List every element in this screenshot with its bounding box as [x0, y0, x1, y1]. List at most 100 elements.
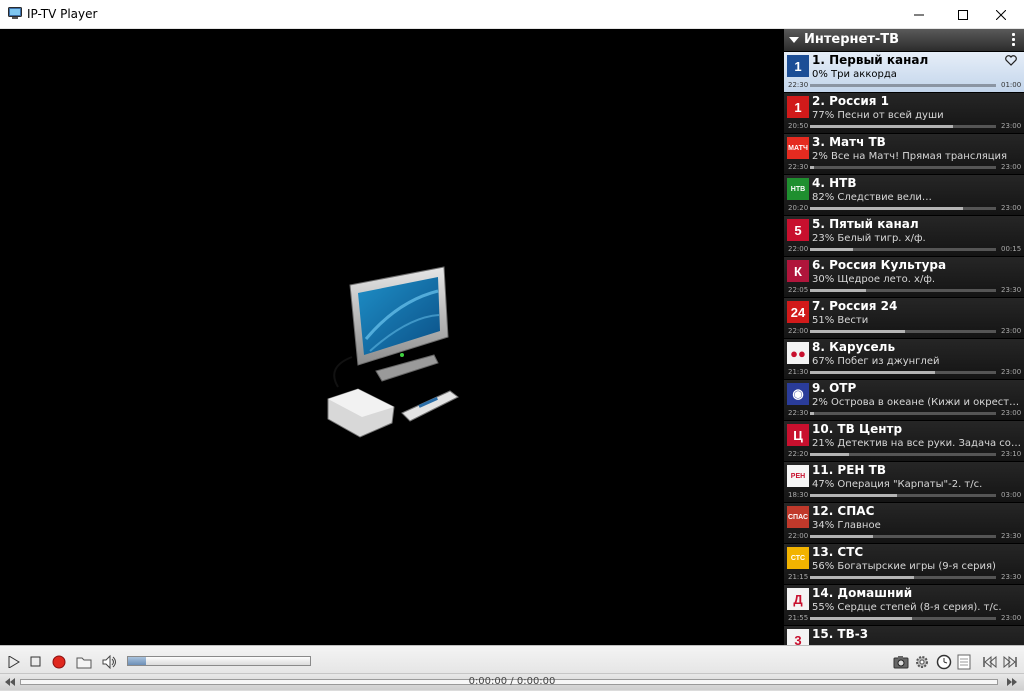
channel-name: 11. РЕН ТВ [812, 463, 886, 477]
channel-logo-icon: 1 [787, 96, 809, 118]
channel-name: 4. НТВ [812, 176, 857, 190]
stop-icon [30, 656, 41, 667]
channel-logo-icon: РЕН [787, 465, 809, 487]
channel-name: 6. Россия Культура [812, 258, 947, 272]
channel-program: 82% Следствие вели… [812, 192, 932, 203]
channel-logo-icon: 1 [787, 55, 809, 77]
channel-program: 30% Щедрое лето. х/ф. [812, 274, 936, 285]
channel-item[interactable]: 1 1. Первый канал 0% Три аккорда 22:30 01:00 [784, 52, 1024, 93]
volume-slider[interactable] [127, 656, 311, 666]
skip-back-icon [983, 656, 997, 668]
channel-program: 23% Белый тигр. х/ф. [812, 233, 926, 244]
program-progress-fill [810, 576, 915, 579]
program-end-time: 23:30 [1001, 573, 1022, 581]
program-progress-bar [810, 576, 996, 579]
program-end-time: 23:00 [1001, 163, 1022, 171]
window-title: IP-TV Player [27, 7, 98, 21]
channel-name: 14. Домашний [812, 586, 913, 600]
fast-forward-icon[interactable] [1006, 677, 1018, 687]
close-button[interactable] [978, 0, 1024, 29]
program-progress-fill [810, 125, 954, 128]
program-progress-fill [810, 494, 898, 497]
channel-name: 5. Пятый канал [812, 217, 919, 231]
channel-item[interactable]: НТВ 4. НТВ 82% Следствие вели… 20:20 23:00 [784, 175, 1024, 216]
tv-app-icon [8, 7, 22, 19]
playlist-toggle-button[interactable] [956, 654, 972, 670]
program-progress-bar [810, 330, 996, 333]
channel-item[interactable]: 5 5. Пятый канал 23% Белый тигр. х/ф. 22:00… [784, 216, 1024, 257]
stop-button[interactable] [28, 654, 44, 670]
channel-program: 34% Главное [812, 520, 881, 531]
playlist-header[interactable]: Интернет-ТВ [784, 29, 1024, 52]
channel-item[interactable]: 1 2. Россия 1 77% Песни от всей души 20:50 2… [784, 93, 1024, 134]
program-progress-bar [810, 125, 996, 128]
program-progress-bar [810, 535, 996, 538]
program-start-time: 21:30 [788, 368, 809, 376]
program-progress-fill [810, 330, 905, 333]
program-end-time: 23:30 [1001, 532, 1022, 540]
next-channel-button[interactable] [1002, 654, 1018, 670]
channel-item[interactable]: Д 14. Домашний 55% Сердце степей (8-я сери… [784, 585, 1024, 626]
volume-fill [128, 657, 147, 665]
program-start-time: 20:20 [788, 204, 809, 212]
channel-name: 12. СПАС [812, 504, 875, 518]
channel-name: 1. Первый канал [812, 53, 929, 67]
open-file-button[interactable] [76, 654, 92, 670]
favorite-heart-icon[interactable] [1005, 55, 1017, 66]
channel-list: 1 1. Первый канал 0% Три аккорда 22:30 01:00… [784, 52, 1024, 645]
program-progress-bar [810, 207, 996, 210]
program-end-time: 01:00 [1001, 81, 1022, 89]
program-start-time: 22:00 [788, 532, 809, 540]
program-progress-bar [810, 412, 996, 415]
channel-logo-icon: ●● [787, 342, 809, 364]
program-progress-bar [810, 166, 996, 169]
channel-logo-icon: К [787, 260, 809, 282]
channel-item[interactable]: ●● 8. Карусель 67% Побег из джунглей 21:30 2… [784, 339, 1024, 380]
program-start-time: 22:20 [788, 450, 809, 458]
program-start-time: 22:05 [788, 286, 809, 294]
minimize-button[interactable] [896, 0, 942, 29]
dropdown-arrow-icon[interactable] [789, 37, 799, 43]
program-end-time: 23:00 [1001, 409, 1022, 417]
program-progress-bar [810, 84, 996, 87]
channel-name: 10. ТВ Центр [812, 422, 903, 436]
channel-item[interactable]: 24 7. Россия 24 51% Вести 22:00 23:00 [784, 298, 1024, 339]
program-progress-fill [810, 617, 913, 620]
channel-item[interactable]: РЕН 11. РЕН ТВ 47% Операция "Карпаты"-2. т… [784, 462, 1024, 503]
channel-item[interactable]: К 6. Россия Культура 30% Щедрое лето. х/ф.… [784, 257, 1024, 298]
mute-button[interactable] [102, 654, 118, 670]
program-progress-bar [810, 494, 996, 497]
program-progress-fill [810, 289, 866, 292]
channel-item[interactable]: СПАС 12. СПАС 34% Главное 22:00 23:30 [784, 503, 1024, 544]
channel-item[interactable]: ◉ 9. ОТР 2% Острова в океане (Кижи и окрес… [784, 380, 1024, 421]
program-start-time: 21:15 [788, 573, 809, 581]
scheduler-button[interactable] [936, 654, 952, 670]
program-end-time: 23:00 [1001, 368, 1022, 376]
program-progress-fill [810, 535, 874, 538]
channel-logo-icon: СПАС [787, 506, 809, 528]
tv-set-icon [327, 266, 459, 438]
record-button[interactable] [51, 654, 67, 670]
channel-item[interactable]: СТС 13. СТС 56% Богатырские игры (9-я сери… [784, 544, 1024, 585]
kebab-menu-icon[interactable] [1012, 33, 1016, 48]
program-progress-bar [810, 453, 996, 456]
screenshot-button[interactable] [893, 654, 909, 670]
playlist-panel: Интернет-ТВ 1 1. Первый канал 0% Три аккор… [784, 29, 1024, 645]
channel-item[interactable]: Ц 10. ТВ Центр 21% Детектив на все руки. З… [784, 421, 1024, 462]
prev-channel-button[interactable] [982, 654, 998, 670]
channel-logo-icon: Д [787, 588, 809, 610]
channel-logo-icon: СТС [787, 547, 809, 569]
channel-item[interactable]: 3 15. ТВ-3 [784, 626, 1024, 645]
channel-item[interactable]: МАТЧ 3. Матч ТВ 2% Все на Матч! Прямая тра… [784, 134, 1024, 175]
close-icon [996, 9, 1006, 20]
control-bar: 0:00:00 / 0:00:00 [0, 645, 1024, 691]
settings-button[interactable] [914, 654, 930, 670]
video-area[interactable] [0, 29, 784, 645]
play-button[interactable] [6, 654, 22, 670]
channel-program: 21% Детектив на все руки. Задача со зве… [812, 438, 1022, 449]
list-icon [957, 654, 971, 670]
channel-name: 13. СТС [812, 545, 864, 559]
maximize-icon [958, 9, 968, 20]
record-icon [52, 655, 66, 669]
program-progress-bar [810, 617, 996, 620]
